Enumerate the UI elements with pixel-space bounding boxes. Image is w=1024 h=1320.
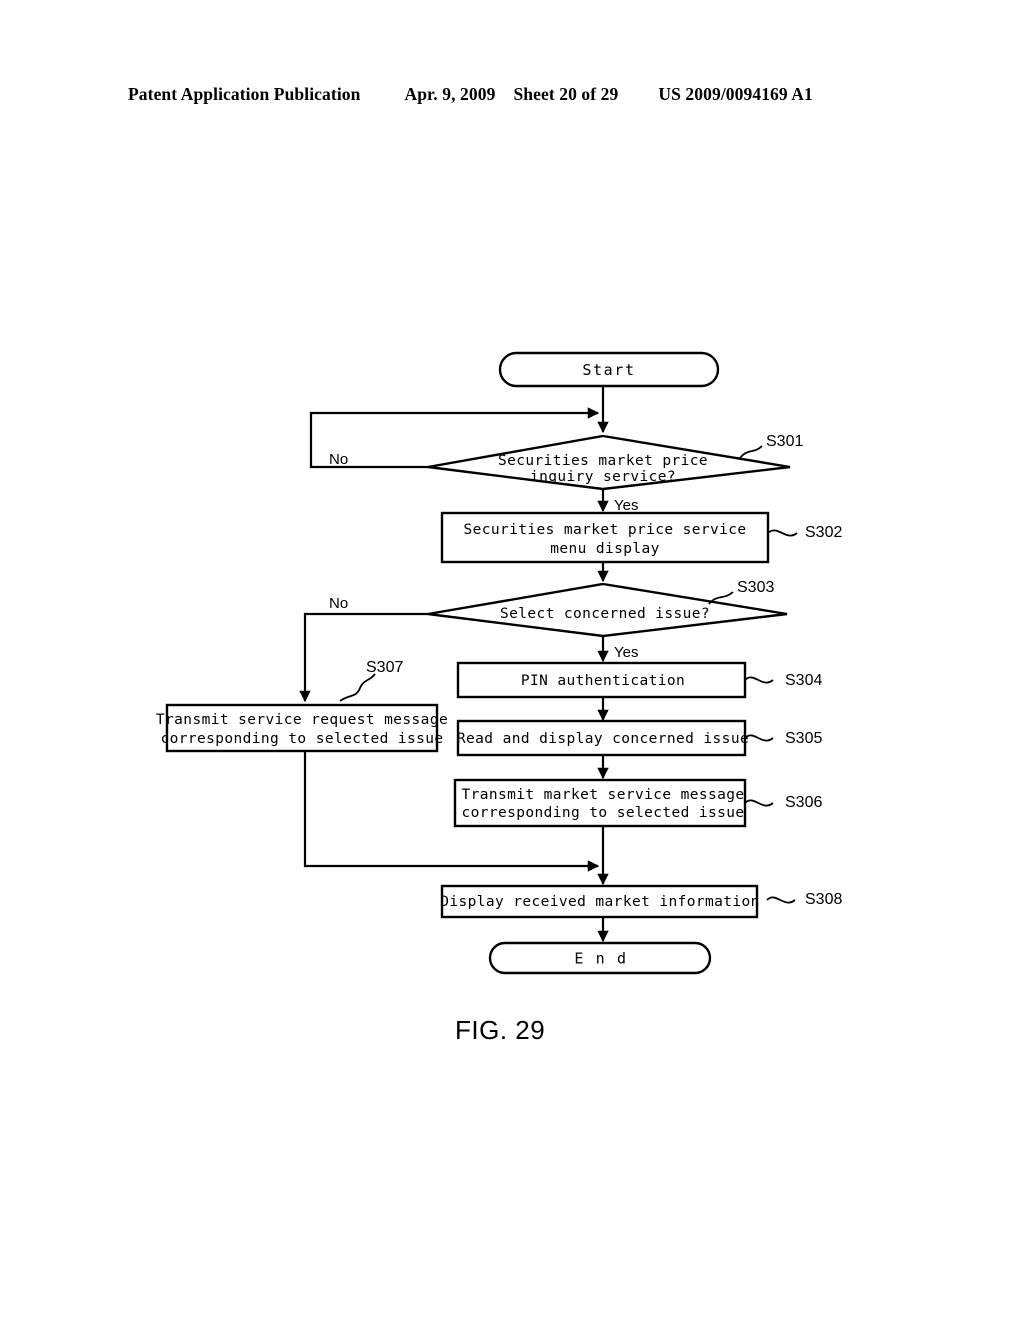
decision-s301: Securities market price inquiry service? <box>427 434 791 491</box>
connector-s303-no-to-s307 <box>299 612 428 703</box>
branch-label-s301-yes: Yes <box>614 497 638 514</box>
leader-line-s305 <box>744 734 774 742</box>
process-s306-line1: Transmit market service message <box>461 787 744 803</box>
reference-label-s306: S306 <box>785 794 822 811</box>
leader-line-s301 <box>739 445 763 459</box>
process-s307-line2: corresponding to selected issue <box>160 731 443 747</box>
process-s302-line1: Securities market price service <box>463 522 746 538</box>
figure-caption: FIG. 29 <box>455 1015 546 1045</box>
leader-line-s302 <box>767 529 798 537</box>
reference-label-s302: S302 <box>805 524 842 541</box>
branch-label-s303-yes: Yes <box>614 644 638 661</box>
process-s305: Read and display concerned issue <box>456 719 749 757</box>
flowchart-figure: Start Securities market price inquiry se… <box>0 0 1024 1320</box>
process-s306: Transmit market service message correspo… <box>453 778 747 828</box>
reference-label-s305: S305 <box>785 730 822 747</box>
process-s302: Securities market price service menu dis… <box>440 511 770 564</box>
process-s304-line1: PIN authentication <box>521 673 685 689</box>
leader-line-s304 <box>744 676 774 684</box>
decision-s303: Select concerned issue? <box>427 582 788 638</box>
leader-line-s306 <box>744 799 774 807</box>
terminator-end-label: E n d <box>574 950 627 968</box>
decision-s301-line2: inquiry service? <box>530 469 676 485</box>
terminator-start: Start <box>498 351 720 388</box>
process-s306-line2: corresponding to selected issue <box>461 805 744 821</box>
reference-label-s304: S304 <box>785 672 822 689</box>
branch-label-s301-no: No <box>329 451 348 468</box>
branch-label-s303-no: No <box>329 595 348 612</box>
reference-label-s301: S301 <box>766 433 803 450</box>
process-s304: PIN authentication <box>456 661 747 699</box>
process-s308: Display received market information <box>440 884 760 919</box>
reference-label-s303: S303 <box>737 579 774 596</box>
process-s307: Transmit service request message corresp… <box>156 703 448 753</box>
terminator-end: E n d <box>488 941 712 975</box>
process-s302-line2: menu display <box>550 541 660 557</box>
process-s308-line1: Display received market information <box>440 894 760 910</box>
process-s305-line1: Read and display concerned issue <box>457 731 749 747</box>
decision-s301-line1: Securities market price <box>498 453 708 469</box>
leader-line-s308 <box>766 896 796 904</box>
leader-line-s307 <box>339 673 376 702</box>
reference-label-s308: S308 <box>805 891 842 908</box>
decision-s303-line1: Select concerned issue? <box>500 606 710 622</box>
terminator-start-label: Start <box>582 361 635 379</box>
process-s307-line1: Transmit service request message <box>156 712 448 728</box>
reference-label-s307: S307 <box>366 659 403 676</box>
